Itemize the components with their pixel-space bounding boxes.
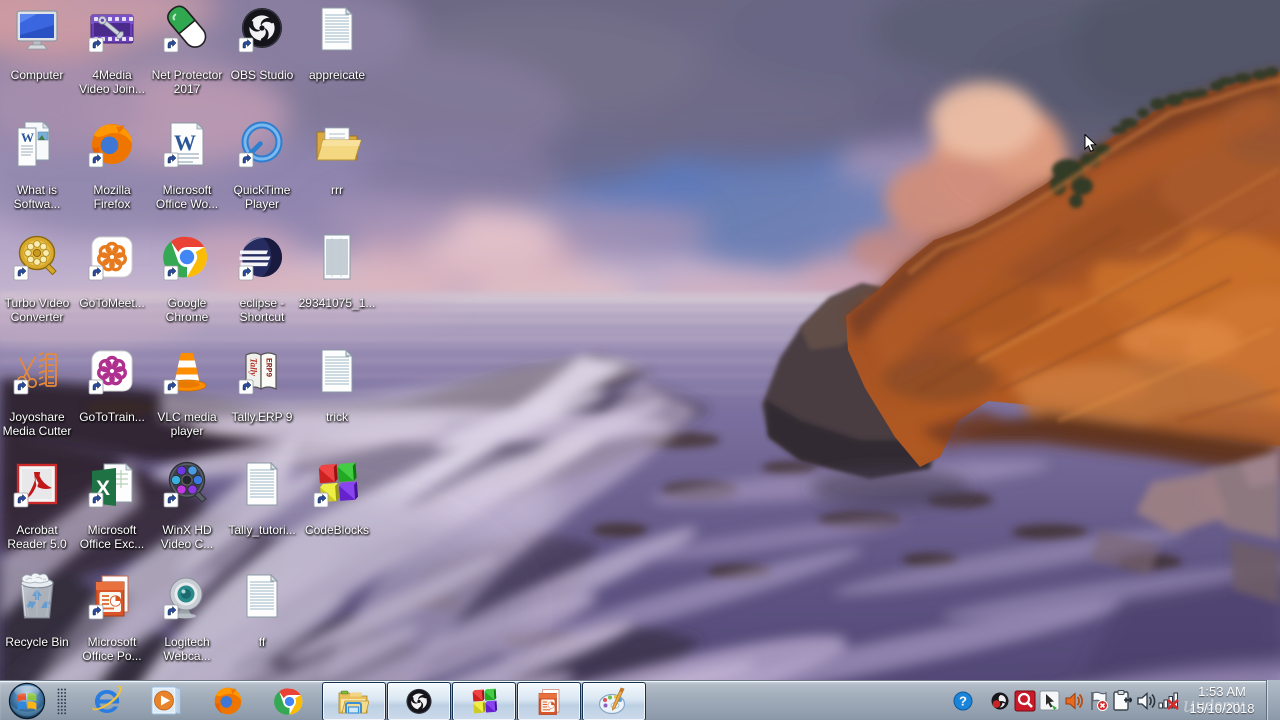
svg-text:?: ? xyxy=(959,694,967,709)
svg-text:W: W xyxy=(174,130,196,155)
svg-text:ERP9: ERP9 xyxy=(264,358,273,377)
svg-text:W: W xyxy=(21,130,34,145)
svg-text:Tally: Tally xyxy=(249,358,259,377)
